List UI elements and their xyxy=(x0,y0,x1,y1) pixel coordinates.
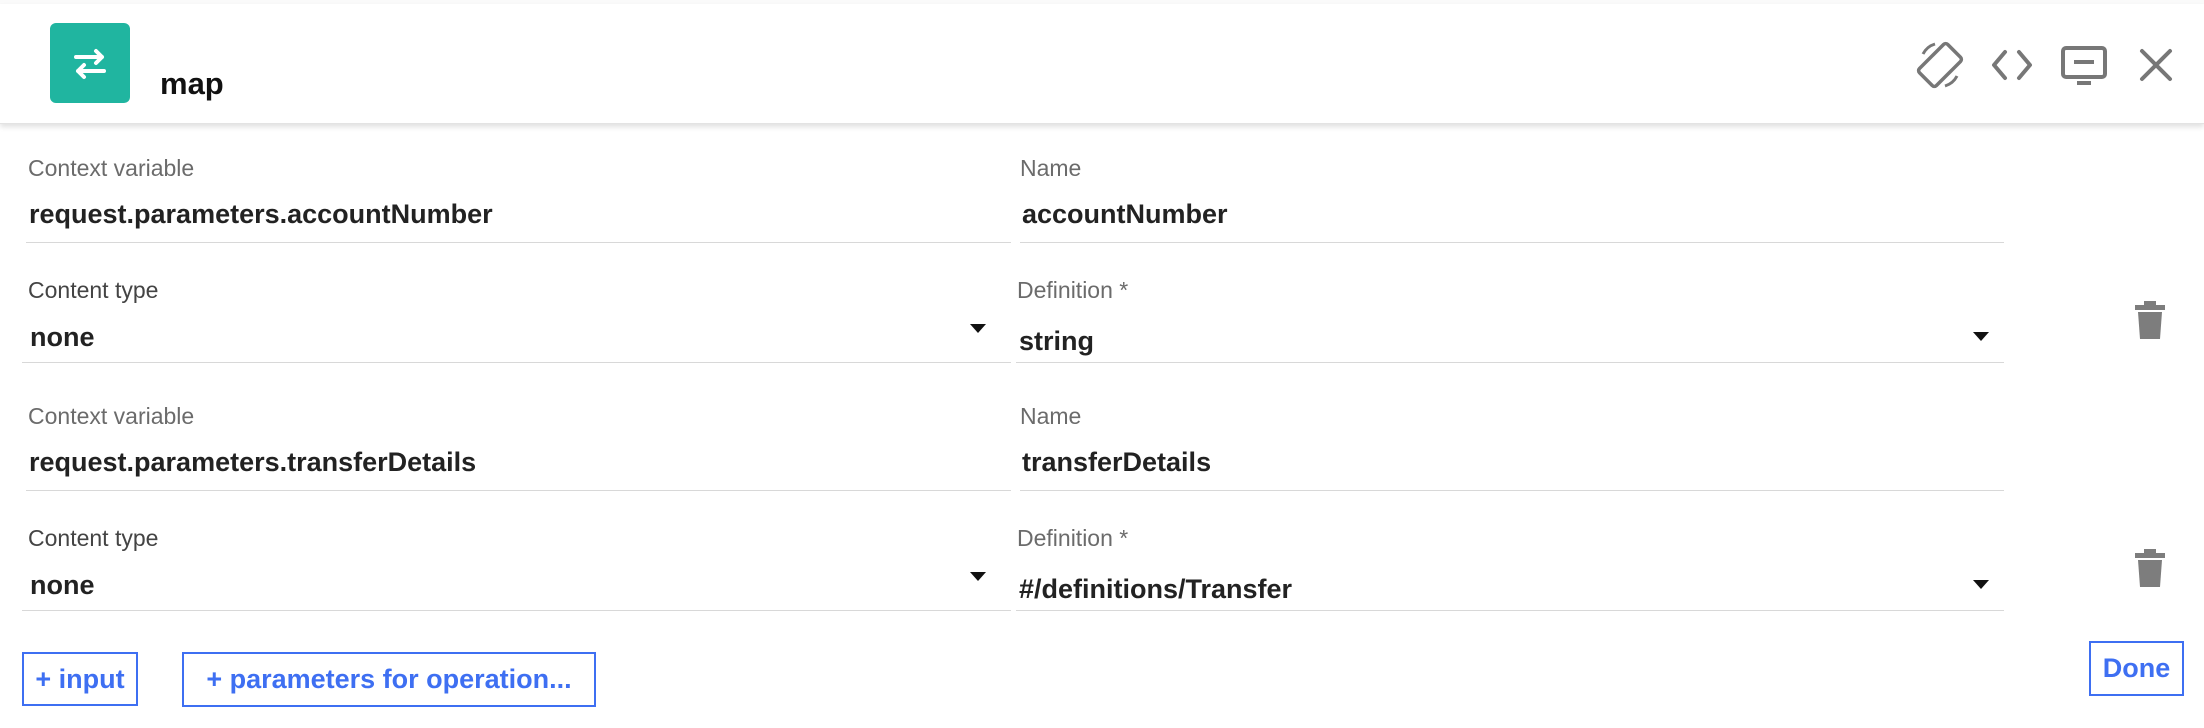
add-parameters-button[interactable]: + parameters for operation... xyxy=(182,652,596,707)
name-field[interactable]: accountNumber xyxy=(1022,199,1228,230)
context-variable-label: Context variable xyxy=(28,155,195,181)
content-type-label: Content type xyxy=(28,277,159,303)
definition-underline xyxy=(1016,610,2004,611)
delete-icon[interactable] xyxy=(2134,301,2166,339)
screen-rotation-icon[interactable] xyxy=(1913,38,1967,92)
content-type-underline xyxy=(22,362,1011,363)
name-field[interactable]: transferDetails xyxy=(1022,447,1211,478)
close-icon[interactable] xyxy=(2129,38,2183,92)
content-type-label: Content type xyxy=(28,525,159,551)
add-input-button[interactable]: + input xyxy=(22,652,138,706)
definition-underline xyxy=(1016,362,2004,363)
definition-label: Definition * xyxy=(1017,277,1129,303)
definition-select[interactable]: #/definitions/Transfer xyxy=(1019,574,1292,605)
context-variable-field[interactable]: request.parameters.accountNumber xyxy=(29,199,493,230)
done-button[interactable]: Done xyxy=(2089,641,2184,696)
chevron-down-icon[interactable] xyxy=(970,572,986,581)
context-variable-underline xyxy=(26,242,1011,243)
name-underline xyxy=(1020,242,2004,243)
code-icon[interactable] xyxy=(1985,38,2039,92)
definition-label: Definition * xyxy=(1017,525,1129,551)
dialog-title: map xyxy=(160,66,224,101)
chevron-down-icon[interactable] xyxy=(970,324,986,333)
content-type-select[interactable]: none xyxy=(30,570,95,601)
swap-arrows-icon xyxy=(50,23,130,103)
name-underline xyxy=(1020,490,2004,491)
content-type-select[interactable]: none xyxy=(30,322,95,353)
dialog-header: map xyxy=(0,4,2204,124)
chevron-down-icon[interactable] xyxy=(1973,332,1989,341)
chevron-down-icon[interactable] xyxy=(1973,580,1989,589)
delete-icon[interactable] xyxy=(2134,549,2166,587)
context-variable-label: Context variable xyxy=(28,403,195,429)
name-label: Name xyxy=(1020,403,1082,429)
definition-select[interactable]: string xyxy=(1019,326,1094,357)
name-label: Name xyxy=(1020,155,1082,181)
context-variable-underline xyxy=(26,490,1011,491)
context-variable-field[interactable]: request.parameters.transferDetails xyxy=(29,447,476,478)
content-type-underline xyxy=(22,610,1011,611)
monitor-icon[interactable] xyxy=(2057,38,2111,92)
